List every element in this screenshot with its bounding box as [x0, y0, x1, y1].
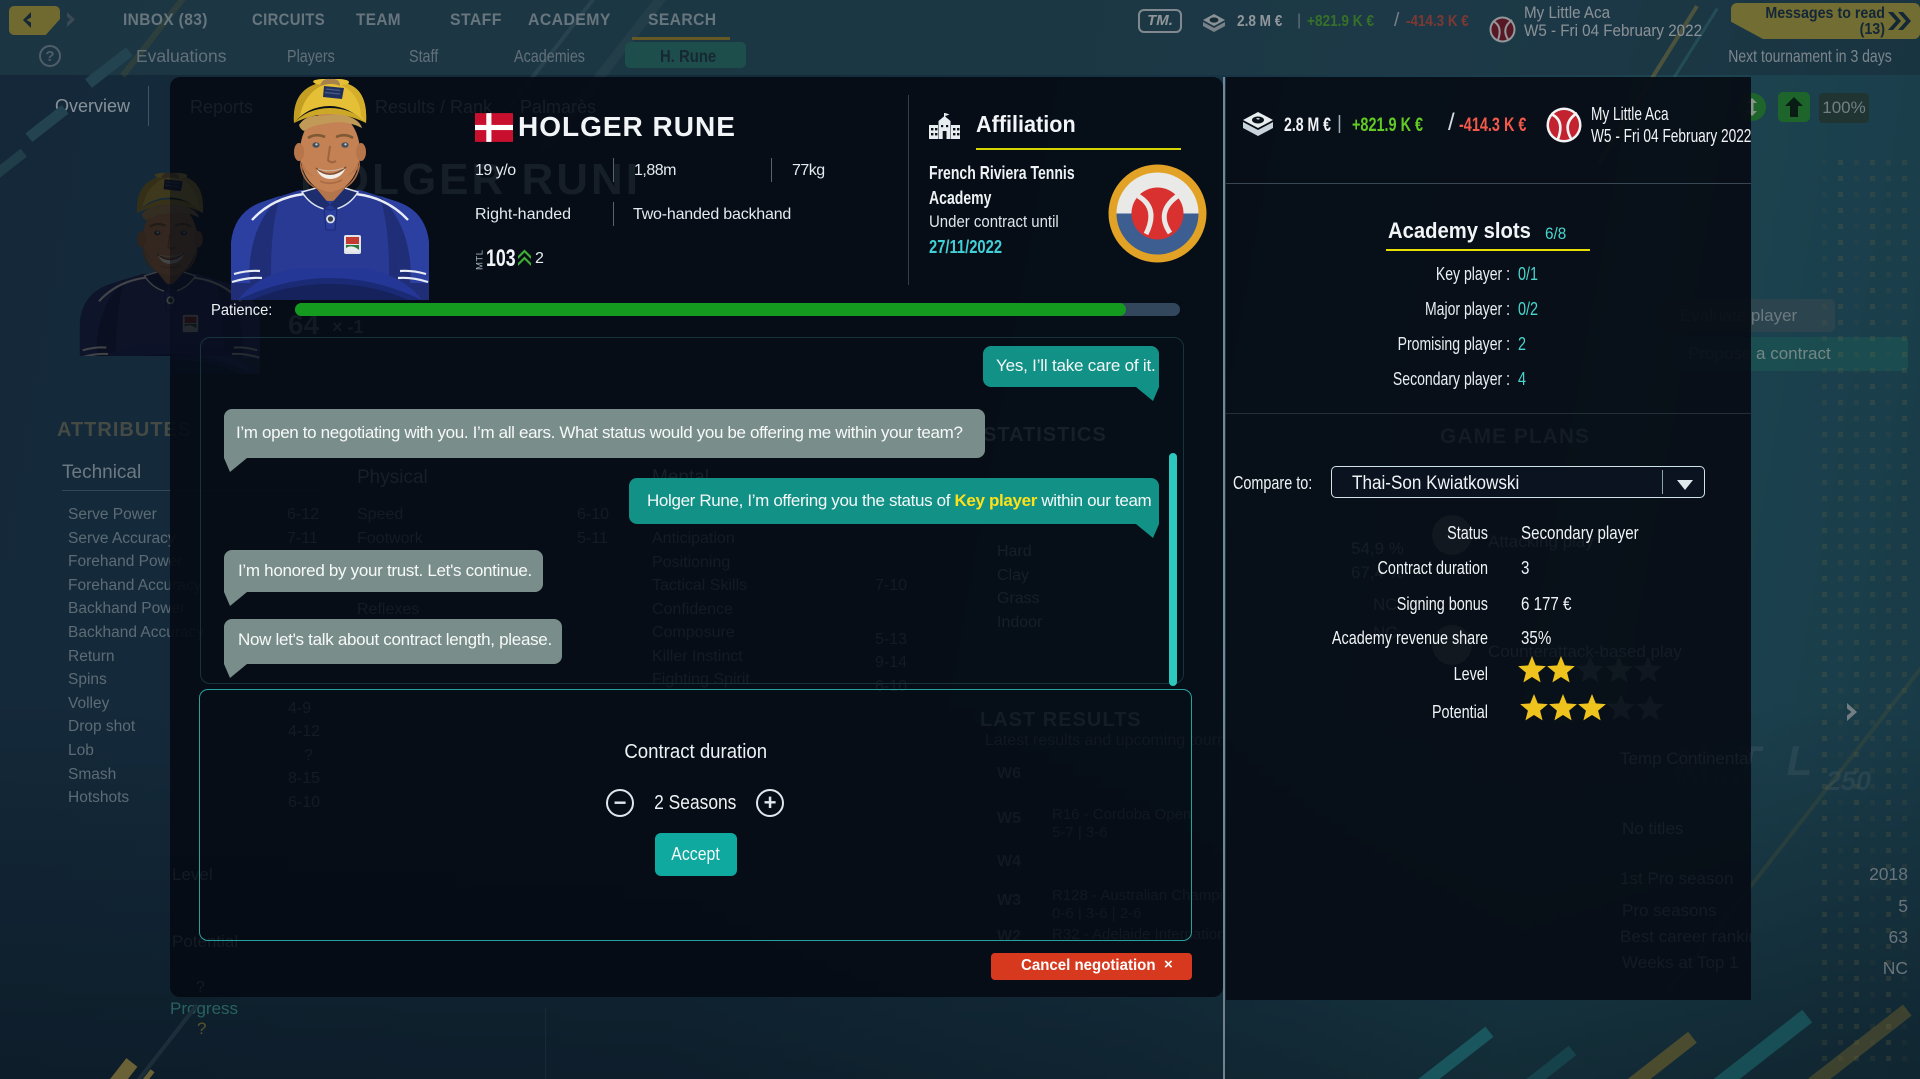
svg-text:MTL: MTL — [475, 250, 486, 271]
